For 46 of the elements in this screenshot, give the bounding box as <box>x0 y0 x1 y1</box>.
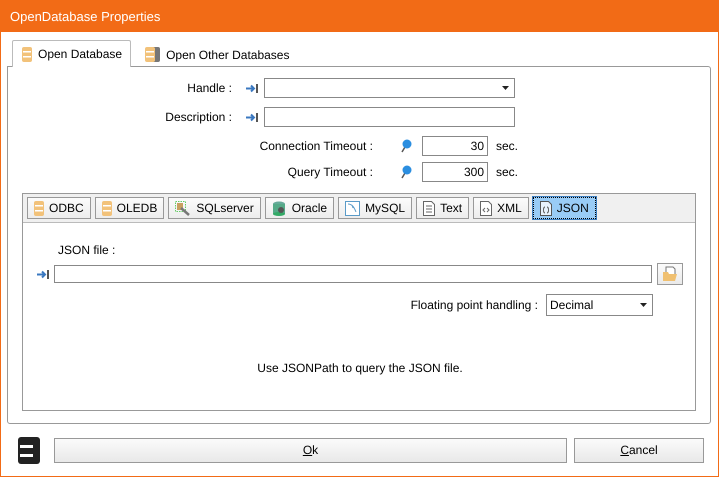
field-label: Connection Timeout : <box>258 139 373 153</box>
source-button[interactable]: JSON <box>532 197 596 219</box>
field-label: Query Timeout : <box>286 165 373 179</box>
timeout-field[interactable]: 30 <box>422 136 488 156</box>
caret-icon <box>502 86 509 90</box>
window-title: OpenDatabase Properties <box>10 8 160 24</box>
field-label: Description : <box>164 110 232 124</box>
handle-dropdown[interactable] <box>264 78 515 98</box>
database-icon <box>22 46 32 62</box>
arrow-to-bar-icon <box>37 270 49 278</box>
field-label: JSON file : <box>58 243 116 257</box>
source-button[interactable]: Text <box>416 197 470 219</box>
hint-text: Use JSONPath to query the JSON file. <box>256 361 464 375</box>
database-icon <box>34 200 44 216</box>
folder-document-icon <box>662 266 678 282</box>
timeout-field[interactable]: 300 <box>422 162 488 182</box>
server-wrench-icon <box>175 200 192 216</box>
databases-icon <box>145 47 160 62</box>
database-icon <box>102 200 112 216</box>
source-button[interactable]: Oracle <box>264 197 334 219</box>
floating-point-dropdown[interactable]: Decimal <box>546 294 653 316</box>
source-button[interactable]: OLEDB <box>94 197 164 219</box>
arrow-to-bar-icon <box>246 112 258 122</box>
caret-icon <box>640 303 647 307</box>
field-label: Handle : <box>186 81 232 95</box>
code-file-icon <box>480 200 492 216</box>
document-icon <box>423 200 436 216</box>
unit-label: sec. <box>496 165 518 179</box>
pin-icon <box>401 165 412 179</box>
unit-label: sec. <box>496 139 518 153</box>
pin-icon <box>401 139 412 153</box>
source-button[interactable]: SQLserver <box>168 197 261 219</box>
source-button[interactable]: ODBC <box>27 197 91 219</box>
ok-button[interactable]: Ok <box>54 438 567 462</box>
arrow-to-bar-icon <box>246 84 258 92</box>
description-field[interactable] <box>264 107 515 127</box>
json-file-field[interactable] <box>54 265 652 283</box>
cancel-button[interactable]: Cancel <box>574 438 704 462</box>
source-button[interactable]: XML <box>473 197 529 219</box>
field-label: Floating point handling : <box>410 298 538 312</box>
source-button[interactable]: MySQL <box>338 197 412 219</box>
tab[interactable]: Open Database <box>12 40 132 67</box>
database-icon <box>18 436 40 464</box>
code-file-icon <box>540 200 552 216</box>
browse-button[interactable] <box>657 263 683 285</box>
tab[interactable]: Open Other Databases <box>135 42 298 66</box>
